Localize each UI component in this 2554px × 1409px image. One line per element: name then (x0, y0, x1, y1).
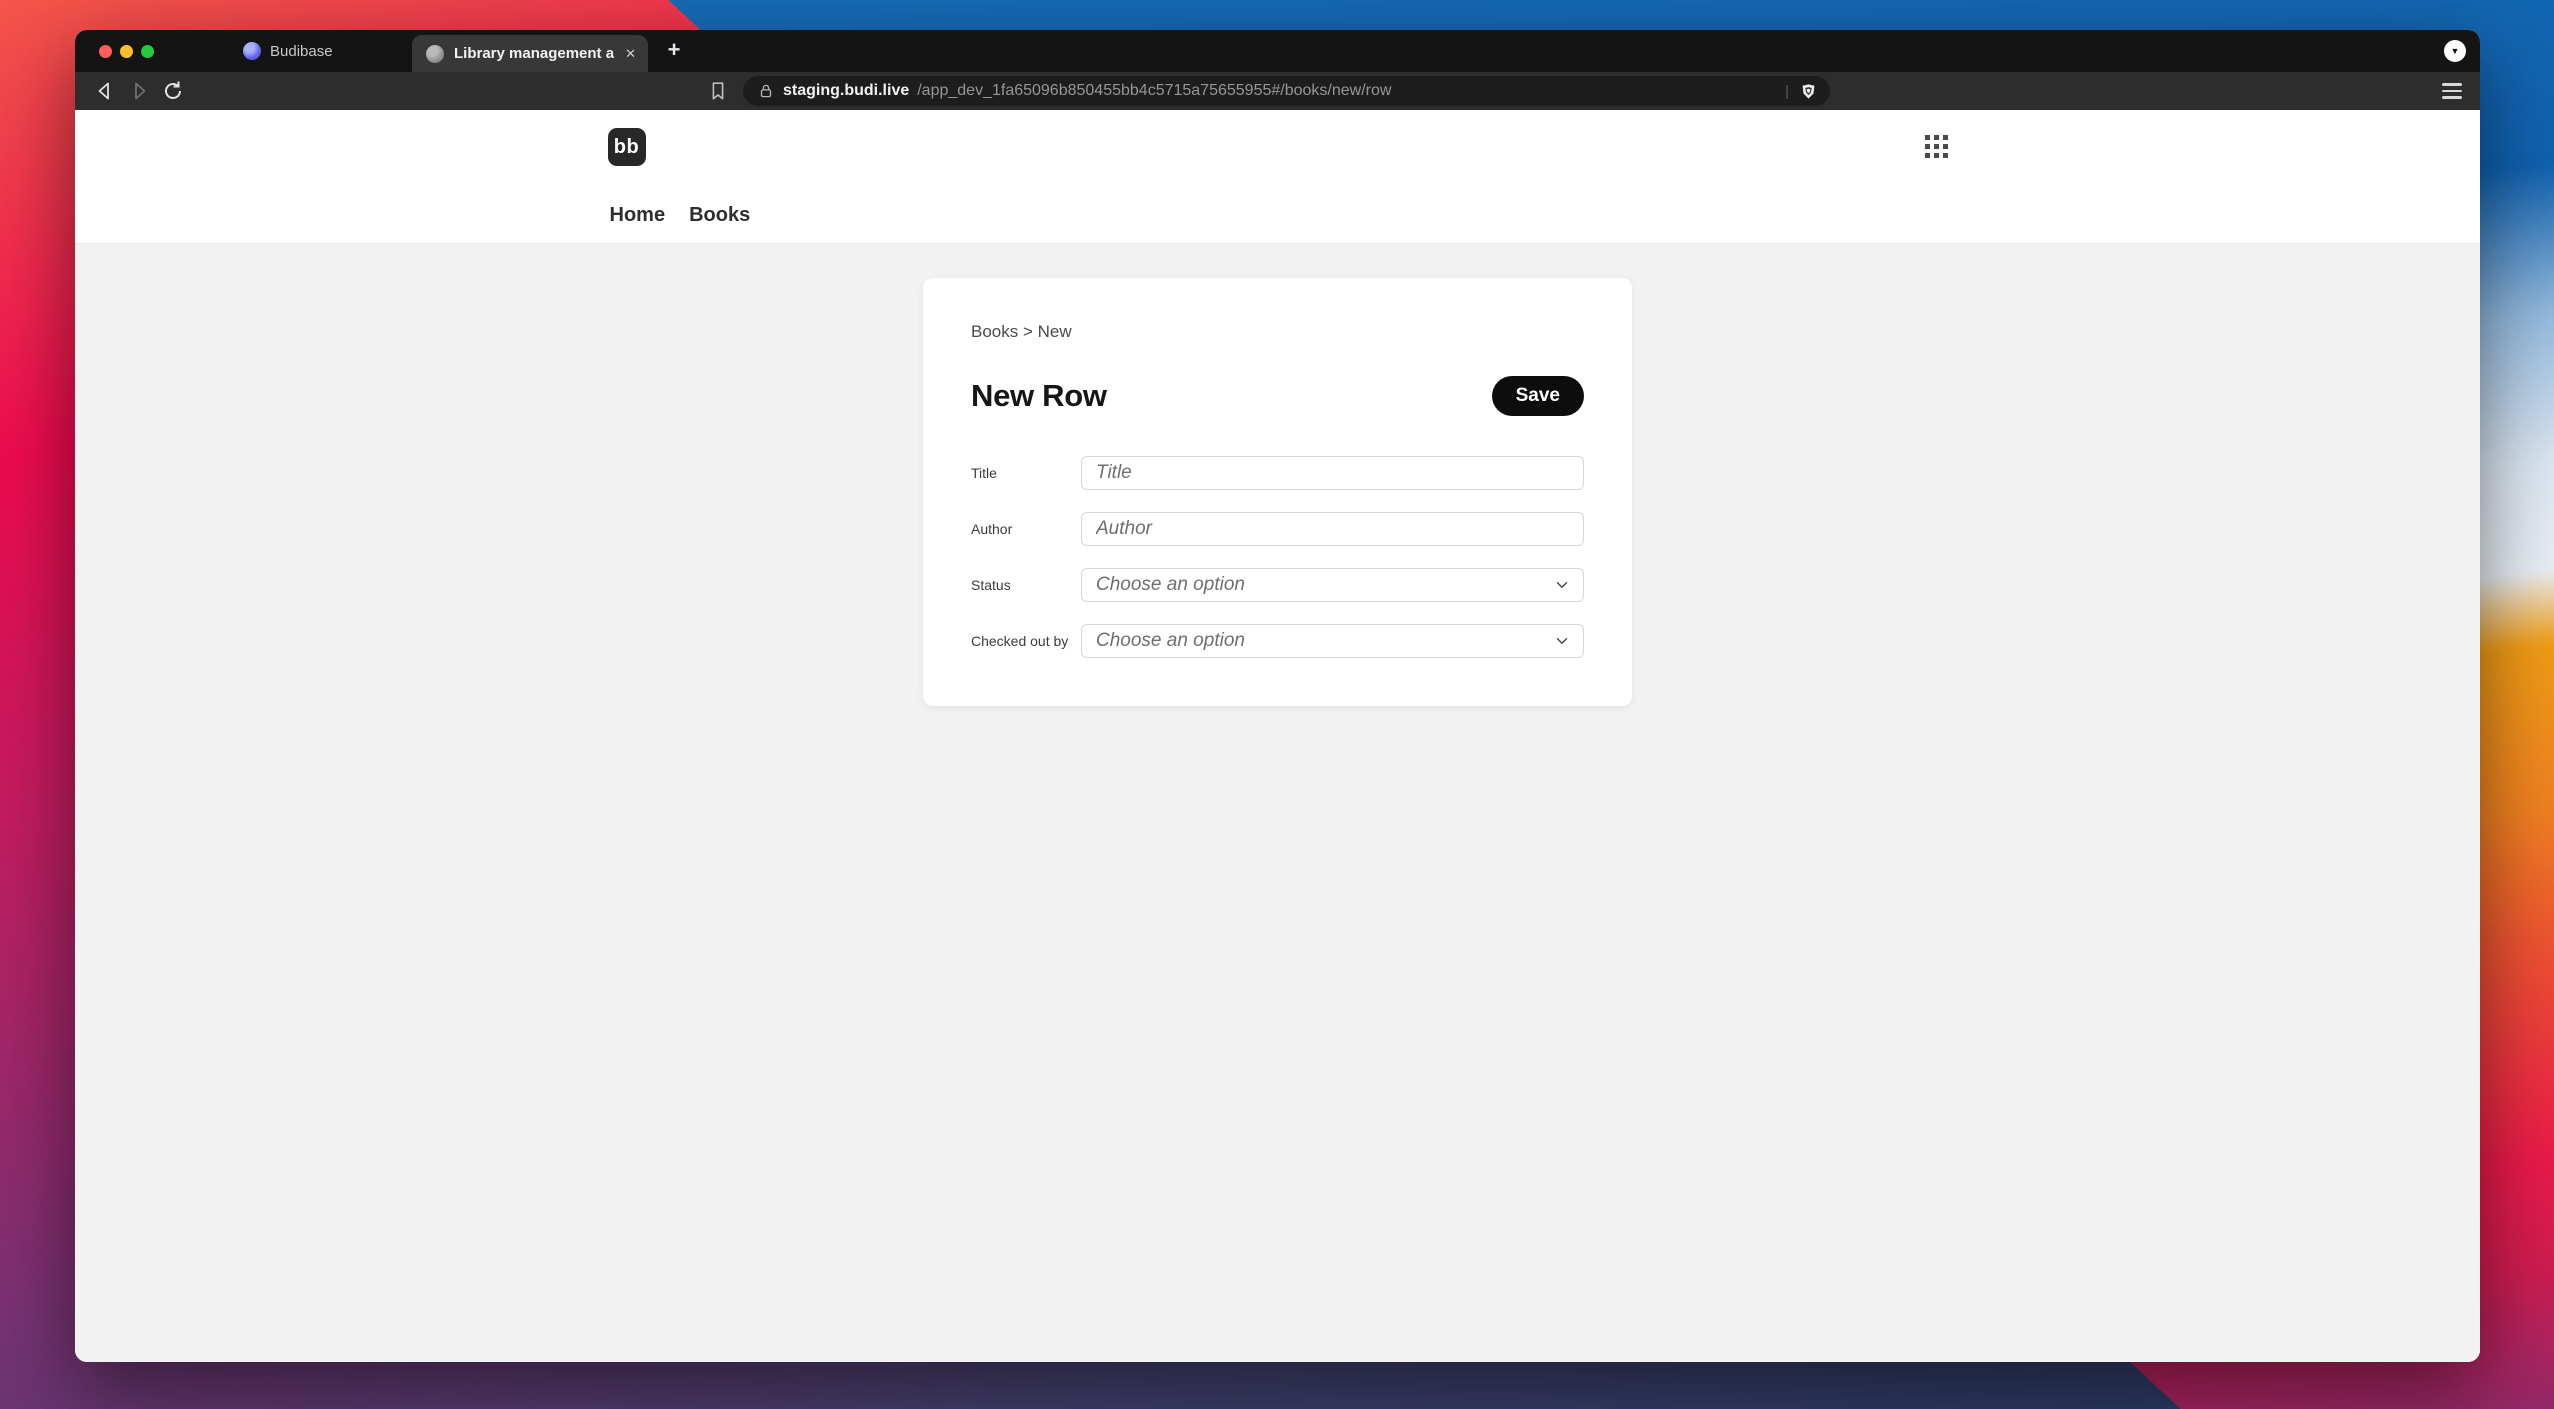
tab-label: Library management app (454, 45, 616, 62)
app-logo[interactable]: bb (607, 128, 646, 166)
budibase-favicon-icon (243, 42, 261, 60)
reload-button[interactable] (161, 79, 185, 103)
author-field[interactable] (1081, 512, 1584, 546)
title-field[interactable] (1081, 456, 1584, 490)
minimize-window-button[interactable] (120, 45, 133, 58)
url-path: /app_dev_1fa65096b850455bb4c5715a7565595… (917, 82, 1392, 99)
browser-toolbar: staging.budi.live /app_dev_1fa65096b8504… (75, 72, 2480, 110)
checked-out-by-select[interactable]: Choose an option (1081, 624, 1584, 658)
new-row-card: Books > New New Row Save Title Author St… (923, 278, 1632, 706)
nav-link-books[interactable]: Books (689, 204, 750, 227)
address-bar[interactable]: staging.budi.live /app_dev_1fa65096b8504… (743, 76, 1830, 106)
app-body: Books > New New Row Save Title Author St… (75, 244, 2480, 1362)
browser-menu-button[interactable] (2442, 81, 2462, 101)
tab-library-management-app[interactable]: Library management app ✕ (412, 35, 648, 72)
form-row-checked-out-by: Checked out by Choose an option (971, 624, 1584, 658)
app-header: bb Home Books (75, 110, 2480, 244)
field-label: Status (971, 577, 1011, 593)
forward-button[interactable] (127, 79, 151, 103)
back-button[interactable] (93, 79, 117, 103)
apps-grid-icon[interactable] (1924, 135, 1948, 158)
breadcrumb[interactable]: Books > New (971, 322, 1584, 342)
tab-search-button[interactable]: ▼ (2444, 40, 2466, 62)
close-window-button[interactable] (99, 45, 112, 58)
field-label: Checked out by (971, 633, 1069, 649)
bookmark-icon[interactable] (707, 80, 729, 102)
nav-link-home[interactable]: Home (610, 204, 666, 227)
new-row-form: Title Author Status Choose an option (971, 456, 1584, 658)
url-host: staging.budi.live (783, 82, 910, 99)
status-select[interactable]: Choose an option (1081, 568, 1584, 602)
window-controls (99, 45, 154, 58)
select-placeholder: Choose an option (1096, 630, 1245, 651)
zoom-window-button[interactable] (141, 45, 154, 58)
field-label: Title (971, 465, 997, 481)
new-tab-button[interactable]: + (660, 37, 688, 65)
close-tab-icon[interactable]: ✕ (625, 46, 636, 62)
chevron-down-icon (1553, 576, 1571, 594)
form-row-status: Status Choose an option (971, 568, 1584, 602)
browser-tab-bar: Budibase Library management app ✕ + ▼ (75, 30, 2480, 72)
save-button[interactable]: Save (1491, 376, 1584, 416)
select-placeholder: Choose an option (1096, 574, 1245, 595)
chevron-down-icon (1553, 632, 1571, 650)
form-row-author: Author (971, 512, 1584, 546)
form-row-title: Title (971, 456, 1584, 490)
brave-shield-icon[interactable] (1799, 82, 1818, 101)
field-label: Author (971, 521, 1013, 537)
tab-label: Budibase (270, 42, 333, 60)
browser-window: Budibase Library management app ✕ + ▼ st… (75, 30, 2480, 1362)
tab-budibase[interactable]: Budibase (243, 30, 333, 72)
globe-favicon-icon (426, 44, 444, 63)
page-title: New Row (971, 378, 1107, 413)
lock-icon (757, 82, 775, 100)
url-separator: | (1785, 82, 1789, 100)
app-nav: Home Books (610, 204, 751, 227)
